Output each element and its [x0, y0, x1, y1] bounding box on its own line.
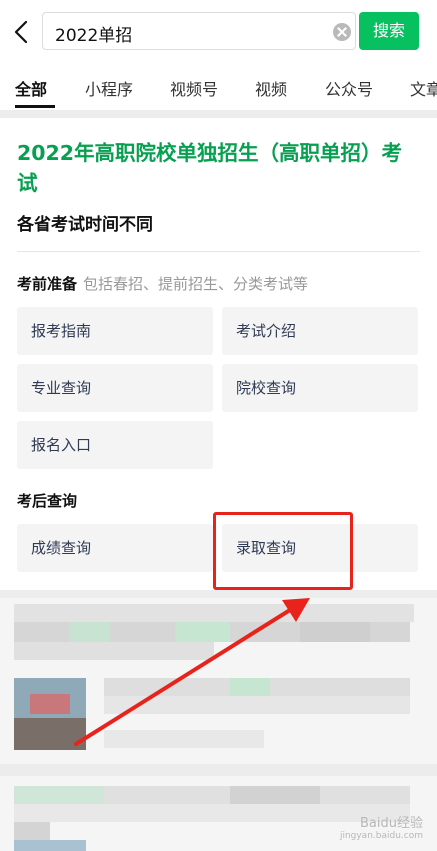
tab-videos[interactable]: 视频 — [255, 76, 287, 100]
major-query-button[interactable]: 专业查询 — [17, 364, 213, 412]
back-arrow-icon[interactable] — [10, 18, 34, 46]
pre-exam-note: 包括春招、提前招生、分类考试等 — [83, 275, 309, 293]
blurred-block — [14, 786, 104, 804]
search-input[interactable]: 2022单招 — [42, 12, 356, 50]
baidu-watermark: Baidu经验 jingyan.baidu.com — [340, 812, 423, 841]
search-button[interactable]: 搜索 — [359, 12, 419, 50]
tab-articles[interactable]: 文章 — [410, 76, 437, 100]
blurred-block — [300, 622, 370, 642]
card-subtitle: 各省考试时间不同 — [17, 215, 153, 235]
highlight-annotation-box — [213, 512, 353, 590]
pre-exam-heading-text: 考前准备 — [17, 275, 78, 293]
card-title[interactable]: 2022年高职院校单独招生（高职单招）考试 — [17, 138, 422, 198]
search-bar: 2022单招 搜索 — [0, 0, 437, 64]
wechat-search-page: 2022单招 搜索 全部 小程序 视频号 视频 公众号 文章 2022年高职院校… — [0, 0, 437, 851]
registration-entry-button[interactable]: 报名入口 — [17, 421, 213, 469]
blurred-block — [14, 822, 50, 840]
exam-guide-button[interactable]: 报考指南 — [17, 307, 213, 355]
score-query-button[interactable]: 成绩查询 — [17, 524, 213, 572]
tab-channels[interactable]: 视频号 — [170, 76, 218, 100]
college-query-button[interactable]: 院校查询 — [222, 364, 418, 412]
blurred-block — [14, 840, 86, 851]
search-query-text: 2022单招 — [55, 26, 133, 46]
blurred-block — [104, 696, 410, 714]
active-tab-indicator — [15, 105, 55, 108]
tab-mini-programs[interactable]: 小程序 — [85, 76, 133, 100]
blurred-block — [104, 730, 264, 748]
blurred-block — [175, 622, 230, 642]
blurred-block — [230, 678, 270, 696]
blurred-block — [14, 604, 414, 622]
tab-all[interactable]: 全部 — [15, 76, 47, 100]
tab-official-accounts[interactable]: 公众号 — [325, 76, 373, 100]
watermark-main: Baidu经验 — [360, 816, 423, 831]
watermark-sub: jingyan.baidu.com — [339, 831, 423, 841]
blurred-block — [70, 622, 110, 642]
divider — [17, 251, 420, 252]
blurred-block — [0, 764, 437, 776]
post-exam-heading: 考后查询 — [17, 492, 78, 510]
result-tabs: 全部 小程序 视频号 视频 公众号 文章 — [0, 64, 437, 110]
blurred-block — [14, 718, 86, 750]
blurred-block — [30, 694, 70, 714]
clear-icon[interactable] — [333, 23, 351, 41]
blurred-block — [230, 786, 320, 804]
pre-exam-heading: 考前准备 包括春招、提前招生、分类考试等 — [17, 273, 308, 294]
exam-intro-button[interactable]: 考试介绍 — [222, 307, 418, 355]
blurred-block — [14, 642, 214, 660]
